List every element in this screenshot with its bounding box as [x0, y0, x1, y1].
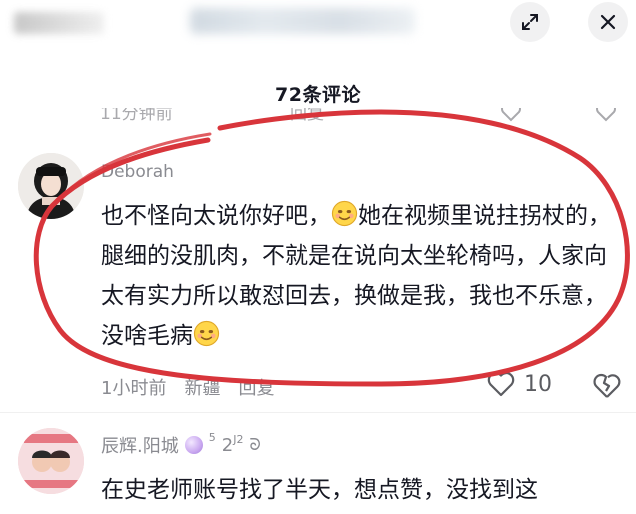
- comments-title: 72条评论: [275, 84, 361, 106]
- comment-meta-row: 1小时前 新疆 回复: [101, 374, 274, 400]
- blurred-header-text: [14, 12, 104, 34]
- comment-location: 新疆: [184, 378, 221, 399]
- expand-button[interactable]: [510, 2, 550, 42]
- close-icon: [600, 14, 616, 30]
- avatar[interactable]: [18, 153, 84, 219]
- comment-username[interactable]: Deborah: [101, 162, 174, 182]
- like-count: 10: [524, 371, 552, 397]
- broken-heart-icon: [593, 374, 621, 398]
- comment-text: 在史老师账号找了半天，想点赞，没找到这: [101, 477, 538, 503]
- badge-level: 2J2: [221, 432, 244, 456]
- top-bar: [0, 0, 636, 46]
- smile-emoji-icon: [193, 320, 220, 347]
- avatar[interactable]: [18, 428, 84, 494]
- sound-wave-icon: ᘐ: [249, 435, 261, 454]
- reply-button[interactable]: 回复: [238, 374, 274, 400]
- comment-username[interactable]: 辰辉.阳城: [101, 432, 179, 458]
- dislike-button[interactable]: [592, 372, 622, 404]
- clipped-previous-meta-row: 11分钟前 回复: [100, 108, 620, 122]
- expand-icon: [522, 14, 538, 30]
- crystal-ball-badge-icon: [184, 436, 203, 454]
- like-button[interactable]: 10: [486, 370, 552, 398]
- badge-superscript-a: 5: [208, 430, 216, 444]
- avatar-photo-icon: [18, 428, 84, 494]
- blurred-header-region: [190, 8, 415, 34]
- comment-username-row: 辰辉.阳城 5 2J2 ᘐ: [101, 430, 261, 458]
- divider: [0, 412, 636, 413]
- heart-icon: [487, 372, 515, 397]
- comment-text: 也不怪向太说你好吧， 她在视频里说拄拐杖的，腿细的没肌肉，不就是在说向太坐轮椅吗…: [101, 196, 621, 356]
- comment-text-part1: 也不怪向太说你好吧，: [101, 203, 331, 229]
- comment-time: 1小时前: [101, 378, 167, 399]
- close-button[interactable]: [588, 2, 628, 42]
- smile-emoji-icon: [331, 200, 358, 227]
- avatar-portrait-icon: [18, 153, 84, 219]
